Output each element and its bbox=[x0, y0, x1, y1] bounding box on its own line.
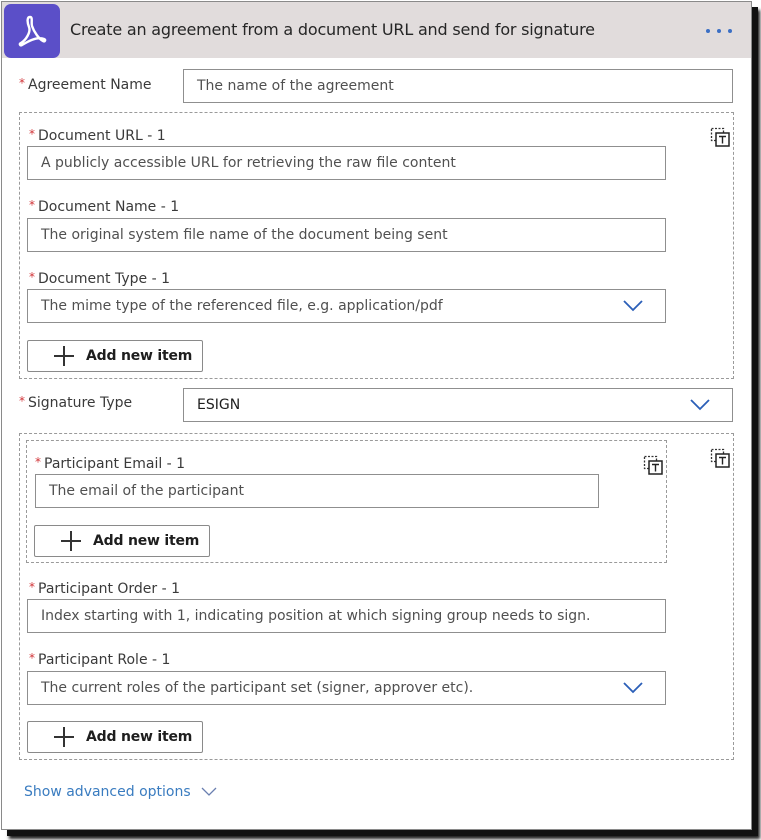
agreement-name-label: * Agreement Name bbox=[19, 76, 152, 93]
document-name-label: * Document Name - 1 bbox=[29, 198, 180, 215]
document-type-placeholder: The mime type of the referenced file, e.… bbox=[41, 298, 443, 314]
add-document-item-button[interactable]: Add new item bbox=[27, 340, 203, 372]
participant-role-placeholder: The current roles of the participant set… bbox=[41, 680, 474, 696]
document-type-label-text: Document Type - 1 bbox=[38, 271, 170, 287]
participant-email-placeholder: The email of the participant bbox=[49, 483, 244, 499]
document-name-input[interactable]: The original system file name of the doc… bbox=[27, 218, 666, 252]
agreement-name-label-text: Agreement Name bbox=[28, 77, 152, 93]
required-mark: * bbox=[29, 270, 35, 284]
required-mark: * bbox=[29, 127, 35, 141]
document-type-label: * Document Type - 1 bbox=[29, 270, 170, 287]
add-participant-item-label: Add new item bbox=[86, 729, 193, 745]
required-mark: * bbox=[29, 651, 35, 665]
action-title: Create an agreement from a document URL … bbox=[70, 20, 595, 39]
signature-type-value: ESIGN bbox=[197, 397, 241, 413]
participant-email-label: * Participant Email - 1 bbox=[35, 455, 186, 472]
document-name-label-text: Document Name - 1 bbox=[38, 199, 180, 215]
adobe-acrobat-icon bbox=[4, 4, 60, 58]
participant-email-label-text: Participant Email - 1 bbox=[44, 456, 186, 472]
plus-icon bbox=[53, 345, 75, 367]
document-name-placeholder: The original system file name of the doc… bbox=[41, 227, 448, 243]
signature-type-label: * Signature Type bbox=[19, 394, 133, 411]
participant-order-label-text: Participant Order - 1 bbox=[38, 581, 181, 597]
document-url-input[interactable]: A publicly accessible URL for retrieving… bbox=[27, 146, 666, 180]
agreement-name-placeholder: The name of the agreement bbox=[197, 78, 394, 94]
plus-icon bbox=[53, 726, 75, 748]
required-mark: * bbox=[19, 394, 25, 408]
more-options-icon[interactable] bbox=[706, 25, 736, 37]
agreement-name-input[interactable]: The name of the agreement bbox=[183, 69, 733, 103]
participant-role-label: * Participant Role - 1 bbox=[29, 651, 171, 668]
required-mark: * bbox=[19, 76, 25, 90]
chevron-down-icon bbox=[201, 787, 217, 796]
participant-order-placeholder: Index starting with 1, indicating positi… bbox=[41, 608, 591, 624]
add-participant-email-label: Add new item bbox=[93, 533, 200, 549]
show-advanced-options-link[interactable]: Show advanced options bbox=[24, 784, 217, 800]
action-card: Create an agreement from a document URL … bbox=[1, 1, 752, 830]
switch-to-text-mode-icon[interactable] bbox=[710, 127, 732, 149]
card-header[interactable]: Create an agreement from a document URL … bbox=[2, 2, 751, 58]
required-mark: * bbox=[29, 198, 35, 212]
participant-role-label-text: Participant Role - 1 bbox=[38, 652, 171, 668]
chevron-down-icon[interactable] bbox=[623, 300, 643, 312]
signature-type-label-text: Signature Type bbox=[28, 395, 133, 411]
participant-email-input[interactable]: The email of the participant bbox=[35, 474, 599, 508]
document-url-label-text: Document URL - 1 bbox=[38, 128, 166, 144]
signature-type-dropdown[interactable]: ESIGN bbox=[183, 388, 733, 422]
required-mark: * bbox=[29, 580, 35, 594]
switch-to-text-mode-icon[interactable] bbox=[710, 448, 732, 470]
document-url-placeholder: A publicly accessible URL for retrieving… bbox=[41, 155, 456, 171]
participant-order-input[interactable]: Index starting with 1, indicating positi… bbox=[27, 599, 666, 633]
chevron-down-icon[interactable] bbox=[690, 399, 710, 411]
plus-icon bbox=[60, 530, 82, 552]
add-participant-email-button[interactable]: Add new item bbox=[34, 525, 210, 557]
chevron-down-icon[interactable] bbox=[623, 682, 643, 694]
document-url-label: * Document URL - 1 bbox=[29, 127, 166, 144]
participant-order-label: * Participant Order - 1 bbox=[29, 580, 181, 597]
add-participant-item-button[interactable]: Add new item bbox=[27, 721, 203, 753]
switch-to-text-mode-icon[interactable] bbox=[643, 455, 665, 477]
required-mark: * bbox=[35, 455, 41, 469]
show-advanced-options-label: Show advanced options bbox=[24, 784, 191, 800]
participant-role-dropdown[interactable]: The current roles of the participant set… bbox=[27, 671, 666, 705]
add-document-item-label: Add new item bbox=[86, 348, 193, 364]
document-type-dropdown[interactable]: The mime type of the referenced file, e.… bbox=[27, 289, 666, 323]
